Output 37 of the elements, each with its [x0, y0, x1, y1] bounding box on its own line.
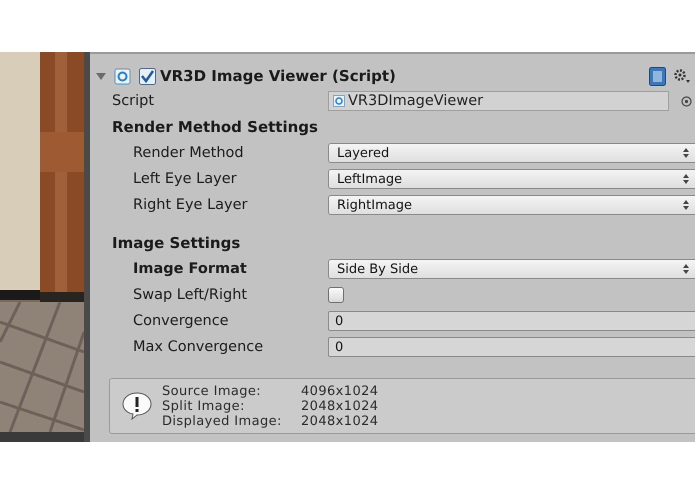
updown-arrows-icon [683, 174, 689, 184]
info-value: 4096x1024 [301, 384, 378, 398]
info-label: Source Image: [162, 384, 262, 398]
field-label: Convergence [133, 313, 230, 329]
script-file-icon [114, 68, 131, 84]
checkbox[interactable] [328, 287, 344, 303]
script-field[interactable]: VR3DImageViewer [328, 91, 669, 111]
field-label: Swap Left/Right [133, 287, 248, 303]
field-label: Left Eye Layer [133, 171, 238, 187]
dropdown[interactable]: Side By Side [328, 259, 695, 279]
dropdown[interactable]: RightImage [328, 195, 695, 215]
updown-arrows-icon [683, 264, 689, 274]
help-book-icon[interactable] [649, 66, 666, 86]
component-title: VR3D Image Viewer (Script) [160, 67, 396, 85]
gear-icon[interactable] [673, 68, 691, 84]
enabled-checkbox[interactable] [139, 68, 156, 84]
info-label: Split Image: [162, 398, 246, 414]
field-label: Max Convergence [133, 339, 264, 355]
updown-arrows-icon [683, 148, 689, 158]
script-file-icon [333, 95, 345, 107]
info-value: 2048x1024 [301, 398, 378, 414]
field-label: Script [112, 93, 156, 109]
dropdown[interactable]: LeftImage [328, 169, 695, 189]
foldout-arrow-icon[interactable] [96, 71, 106, 81]
field-label: Image Format [133, 261, 248, 277]
info-value: 2048x1024 [301, 414, 378, 428]
info-label: Displayed Image: [162, 414, 283, 428]
updown-arrows-icon [683, 200, 689, 210]
section-heading: Image Settings [112, 234, 240, 252]
section-heading: Render Method Settings [112, 118, 318, 136]
exclamation-bubble-icon [122, 392, 152, 420]
field-label: Render Method [133, 145, 245, 161]
number-field[interactable]: 0 [328, 311, 695, 331]
dropdown[interactable]: Layered [328, 143, 695, 163]
number-field[interactable]: 0 [328, 337, 695, 357]
field-label: Right Eye Layer [133, 197, 248, 213]
object-picker-icon[interactable] [681, 96, 692, 106]
